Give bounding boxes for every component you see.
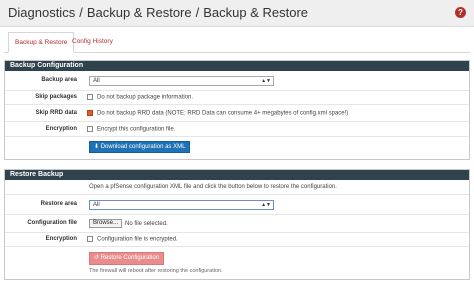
skip-rrd-checkbox[interactable] (87, 110, 93, 116)
skip-packages-row: Skip packages Do not backup package info… (5, 91, 469, 105)
breadcrumb: Diagnostics / Backup & Restore / Backup & Re… (8, 5, 308, 20)
panel-title: Backup Configuration (5, 61, 469, 71)
restore-encryption-row: Encryption Configuration file is encrypt… (5, 233, 469, 247)
tab-backup-restore[interactable]: Backup & Restore (8, 32, 75, 53)
restore-button-label: Restore Configuration (100, 255, 160, 261)
restore-action-row: ↺ Restore Configuration The firewall wil… (5, 247, 469, 279)
backup-area-label: Backup area (41, 77, 77, 83)
breadcrumb-separator: / (79, 5, 83, 20)
config-file-field: Browse... No file selected. (89, 219, 168, 228)
skip-rrd-field: Do not backup RRD data (NOTE: RRD Data c… (87, 110, 348, 117)
tab-bar: Backup & Restore Config History (4, 32, 470, 53)
download-button-label: Download configuration as XML (100, 144, 186, 150)
download-icon: ⬇ (94, 144, 100, 150)
page-header: Diagnostics / Backup & Restore / Backup & Re… (0, 0, 474, 27)
restore-area-row: Restore area All ▲▼ (5, 195, 469, 215)
restore-area-label: Restore area (40, 201, 77, 207)
skip-packages-label: Skip packages (35, 94, 77, 100)
encryption-row: Encryption Encrypt this configuration fi… (5, 122, 469, 137)
encryption-field: Encrypt this configuration file. (87, 126, 175, 133)
breadcrumb-item-backup-restore[interactable]: Backup & Restore (87, 5, 192, 20)
skip-rrd-row: Skip RRD data Do not backup RRD data (NO… (5, 105, 469, 122)
undo-icon: ↺ (94, 255, 100, 261)
help-icon[interactable]: ? (455, 7, 466, 18)
restore-encryption-field: Configuration file is encrypted. (87, 236, 178, 243)
backup-area-select[interactable]: All ▲▼ (89, 76, 274, 86)
skip-packages-field: Do not backup package information. (87, 94, 193, 101)
restore-description: Open a pfSense configuration XML file an… (89, 184, 337, 190)
restore-encryption-text: Configuration file is encrypted. (97, 236, 178, 243)
backup-area-row: Backup area All ▲▼ (5, 71, 469, 91)
skip-packages-text: Do not backup package information. (97, 94, 194, 101)
restore-description-row: Open a pfSense configuration XML file an… (5, 180, 469, 195)
skip-rrd-text: Do not backup RRD data (NOTE: RRD Data c… (97, 110, 349, 117)
reboot-note: The firewall will reboot after restoring… (89, 268, 223, 274)
restore-encryption-checkbox[interactable] (87, 236, 93, 242)
encryption-label: Encryption (45, 126, 77, 132)
breadcrumb-item-diagnostics[interactable]: Diagnostics (8, 5, 75, 20)
encryption-text: Encrypt this configuration file. (97, 126, 176, 133)
download-row: ⬇ Download configuration as XML (5, 137, 469, 159)
tab-config-history[interactable]: Config History (66, 32, 119, 53)
chevron-down-icon: ▲▼ (261, 202, 271, 208)
restore-area-value: All (93, 202, 100, 208)
backup-area-value: All (93, 78, 100, 84)
panel-title: Restore Backup (5, 170, 469, 180)
restore-configuration-button[interactable]: ↺ Restore Configuration (89, 252, 165, 265)
encryption-checkbox[interactable] (87, 126, 93, 132)
restore-area-select[interactable]: All ▲▼ (89, 200, 274, 210)
skip-rrd-label: Skip RRD data (35, 110, 77, 116)
download-button[interactable]: ⬇ Download configuration as XML (89, 141, 191, 153)
restore-backup-panel: Restore Backup Open a pfSense configurat… (4, 169, 470, 280)
restore-encryption-label: Encryption (45, 236, 77, 242)
breadcrumb-separator: / (195, 5, 200, 20)
browse-button[interactable]: Browse... (89, 219, 123, 228)
backup-configuration-panel: Backup Configuration Backup area All ▲▼ … (4, 60, 470, 160)
config-file-label: Configuration file (27, 220, 77, 226)
breadcrumb-item-current: Backup & Restore (203, 5, 309, 20)
chevron-down-icon: ▲▼ (261, 78, 271, 84)
config-file-row: Configuration file Browse... No file sele… (5, 215, 469, 233)
file-status: No file selected. (125, 221, 168, 228)
skip-packages-checkbox[interactable] (87, 94, 93, 100)
